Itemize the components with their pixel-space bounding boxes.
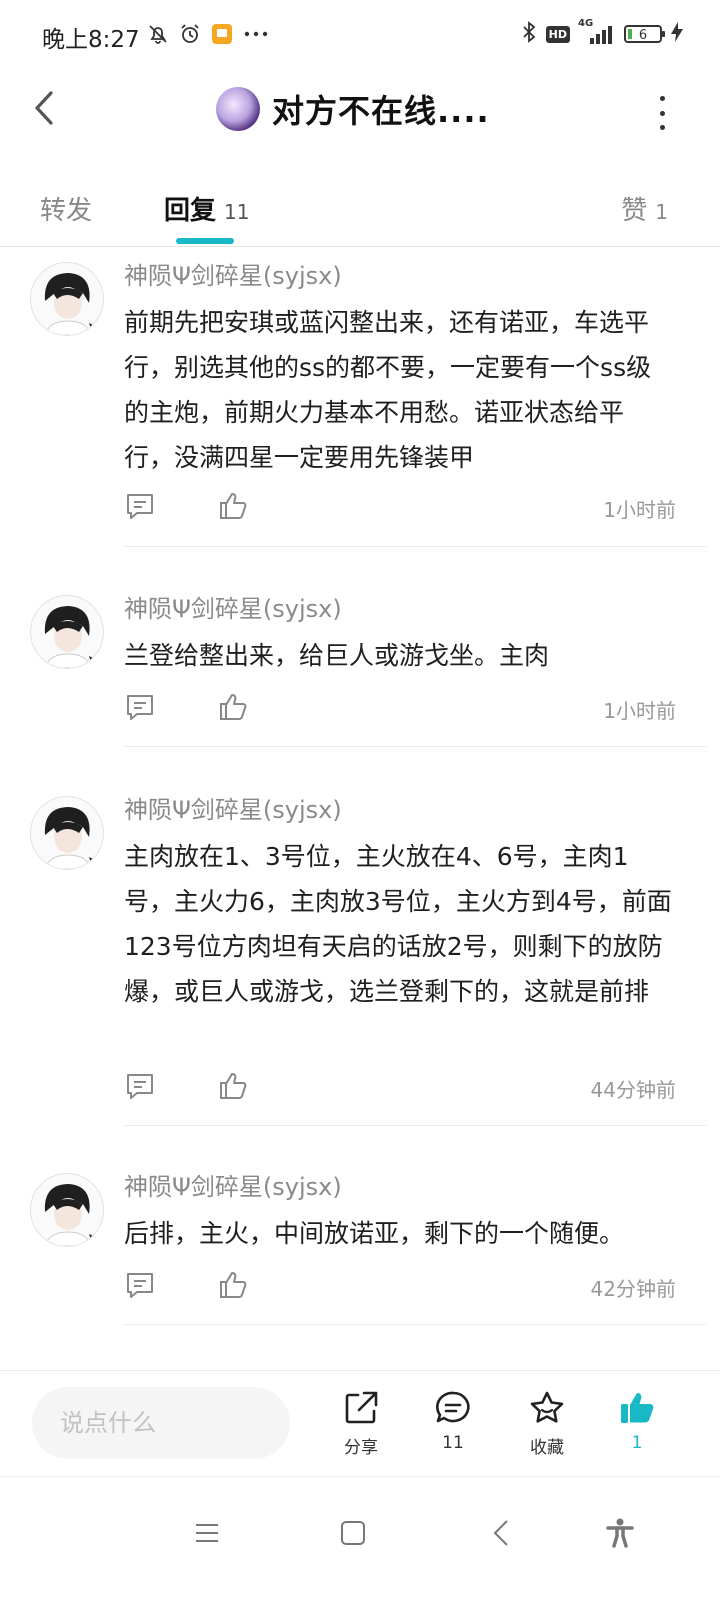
alarm-icon: [178, 22, 202, 50]
comment-author[interactable]: 神陨Ψ剑碎星(syjsx): [124, 256, 342, 291]
comment-actions: 44分钟前: [124, 1070, 676, 1106]
system-nav-bar: [0, 1476, 720, 1601]
tab-reply[interactable]: 回复 11: [164, 190, 249, 227]
comment-time: 42分钟前: [590, 1277, 676, 1301]
divider: [124, 746, 706, 747]
comment-content: 前期先把安琪或蓝闪整出来，还有诺亚，车选平行，别选其他的ss的都不要，一定要有一…: [124, 308, 652, 472]
star-icon: [530, 1391, 564, 1423]
mute-bell-icon: [146, 22, 170, 50]
app-notification-icon: [210, 22, 234, 50]
title-group[interactable]: 对方不在线....: [216, 86, 490, 132]
like-icon[interactable]: [218, 1269, 250, 1305]
bluetooth-icon: [520, 20, 538, 48]
comment-bubble-icon: [436, 1391, 470, 1423]
avatar[interactable]: [216, 87, 260, 131]
comment-author[interactable]: 神陨Ψ剑碎星(syjsx): [124, 1167, 342, 1202]
thumbs-up-filled-icon: [621, 1393, 654, 1423]
more-dots-icon: [242, 22, 270, 50]
reply-icon[interactable]: [124, 691, 156, 727]
home-square-icon[interactable]: [329, 1509, 377, 1557]
bottom-action-bar: 分享 11 收藏 1: [0, 1370, 720, 1477]
like-count: 1: [631, 1433, 643, 1453]
comment-content: 后排，主火，中间放诺亚，剩下的一个随便。: [124, 1219, 625, 1248]
tab-reply-label: 回复: [164, 196, 217, 226]
tab-forward[interactable]: 转发: [40, 190, 92, 227]
comment-author[interactable]: 神陨Ψ剑碎星(syjsx): [124, 589, 342, 624]
tab-like-label: 赞: [621, 196, 648, 226]
comment-actions: 42分钟前: [124, 1269, 676, 1305]
comment-input[interactable]: [32, 1387, 290, 1459]
divider: [124, 1125, 706, 1126]
tab-bar: 转发 回复 11 赞 1: [0, 172, 720, 247]
comment-content: 兰登给整出来，给巨人或游戈坐。主肉: [124, 641, 550, 670]
signal-icon: 4G: [578, 18, 616, 46]
hd-icon: HD: [545, 25, 570, 43]
comments-button[interactable]: 11: [418, 1389, 488, 1453]
like-icon[interactable]: [218, 490, 250, 526]
reply-icon[interactable]: [124, 490, 156, 526]
reply-icon[interactable]: [124, 1269, 156, 1305]
like-icon[interactable]: [218, 1070, 250, 1106]
comment-actions: 1小时前: [124, 490, 676, 526]
more-dot: [659, 96, 665, 101]
status-bar: 晚上8:27 HD 4G 6: [0, 0, 720, 70]
reply-icon[interactable]: [124, 1070, 156, 1106]
divider: [124, 1324, 706, 1325]
title-bar: 对方不在线....: [0, 70, 720, 152]
divider: [124, 546, 706, 547]
menu-icon[interactable]: [183, 1509, 231, 1557]
chevron-left-icon: [35, 91, 53, 125]
comments-count: 11: [442, 1433, 464, 1453]
active-tab-indicator: [176, 238, 234, 244]
comment-actions: 1小时前: [124, 691, 676, 727]
tab-reply-count: 11: [224, 200, 250, 224]
accessibility-icon[interactable]: [596, 1509, 644, 1557]
favorite-button[interactable]: 收藏: [512, 1389, 582, 1458]
battery-icon: 6: [624, 25, 665, 43]
comment-time: 1小时前: [603, 498, 676, 522]
more-dot: [659, 125, 665, 130]
avatar[interactable]: [30, 796, 104, 870]
like-icon[interactable]: [218, 691, 250, 727]
like-button[interactable]: 1: [602, 1389, 672, 1453]
comment-content: 主肉放在1、3号位，主火放在4、6号，主肉1号，主火力6，主肉放3号位，主火方到…: [124, 842, 672, 1006]
more-dot: [659, 110, 665, 116]
comment-author[interactable]: 神陨Ψ剑碎星(syjsx): [124, 790, 342, 825]
share-button[interactable]: 分享: [326, 1389, 396, 1458]
charging-icon: [670, 21, 684, 47]
status-left-icons: [146, 22, 270, 50]
tab-like[interactable]: 赞 1: [621, 190, 668, 227]
more-vertical-icon[interactable]: [654, 96, 670, 130]
comment-time: 44分钟前: [590, 1078, 676, 1102]
back-button[interactable]: [22, 86, 66, 130]
avatar[interactable]: [30, 262, 104, 336]
back-chevron-icon[interactable]: [477, 1509, 525, 1557]
avatar[interactable]: [30, 1173, 104, 1247]
page-title: 对方不在线....: [272, 92, 490, 130]
share-label: 分享: [344, 1438, 378, 1458]
status-right-icons: HD 4G 6: [520, 18, 684, 48]
status-time: 晚上8:27: [42, 27, 140, 53]
tab-like-count: 1: [655, 200, 668, 224]
tab-forward-label: 转发: [40, 196, 93, 226]
share-icon: [345, 1391, 378, 1424]
comment-time: 1小时前: [603, 699, 676, 723]
avatar[interactable]: [30, 595, 104, 669]
favorite-label: 收藏: [530, 1438, 564, 1458]
